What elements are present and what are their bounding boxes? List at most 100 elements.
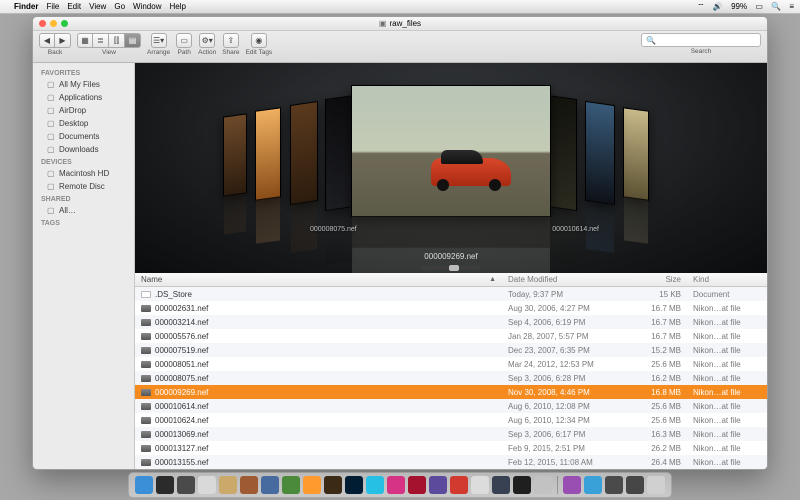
dock-app[interactable] — [471, 476, 489, 494]
dock-app[interactable] — [605, 476, 623, 494]
table-row[interactable]: 000002631.nefAug 30, 2006, 4:27 PM16.7 M… — [135, 301, 767, 315]
file-icon — [141, 431, 151, 438]
dock-app[interactable] — [198, 476, 216, 494]
sidebar-item-icon: ▢ — [47, 132, 55, 141]
column-kind[interactable]: Kind — [687, 273, 767, 286]
icon-view-button[interactable]: ▦ — [77, 33, 93, 48]
edit-tags-button[interactable]: ◉ — [251, 33, 267, 48]
dock-app[interactable] — [513, 476, 531, 494]
table-row[interactable]: 000013127.nefFeb 9, 2015, 2:51 PM26.2 MB… — [135, 441, 767, 455]
table-row[interactable]: 000013069.nefSep 3, 2006, 6:17 PM16.3 MB… — [135, 427, 767, 441]
menu-help[interactable]: Help — [169, 2, 185, 11]
forward-button[interactable]: ▶ — [55, 33, 71, 48]
zoom-button[interactable] — [61, 20, 68, 27]
table-row[interactable]: .DS_StoreToday, 9:37 PM15 KBDocument — [135, 287, 767, 301]
menu-edit[interactable]: Edit — [67, 2, 81, 11]
minimize-button[interactable] — [50, 20, 57, 27]
sidebar-item[interactable]: ▢All My Files — [33, 78, 134, 91]
table-row[interactable]: 000003214.nefSep 4, 2006, 6:19 PM16.7 MB… — [135, 315, 767, 329]
coverflow-current[interactable] — [351, 85, 551, 217]
sidebar-item[interactable]: ▢Desktop — [33, 117, 134, 130]
file-icon — [141, 389, 151, 396]
sidebar-section-header: DEVICES — [33, 156, 134, 167]
coverflow-thumb[interactable] — [223, 113, 247, 196]
coverflow-thumb[interactable] — [290, 101, 318, 205]
table-row[interactable]: 000005576.nefJan 28, 2007, 5:57 PM16.7 M… — [135, 329, 767, 343]
folder-icon: ▣ — [379, 19, 387, 28]
dock-app[interactable] — [240, 476, 258, 494]
column-name[interactable]: Name▲ — [135, 273, 502, 286]
dock-app[interactable] — [563, 476, 581, 494]
menu-view[interactable]: View — [89, 2, 106, 11]
coverflow-thumb[interactable] — [623, 107, 649, 201]
back-button[interactable]: ◀ — [39, 33, 55, 48]
close-button[interactable] — [39, 20, 46, 27]
dock-app[interactable] — [156, 476, 174, 494]
notification-center-icon[interactable]: ≡ — [789, 2, 794, 11]
dock-app[interactable] — [366, 476, 384, 494]
sidebar-item[interactable]: ▢All… — [33, 204, 134, 217]
dock-app[interactable] — [324, 476, 342, 494]
dock-app[interactable] — [647, 476, 665, 494]
volume-icon[interactable]: 🔊 — [713, 2, 723, 11]
table-row[interactable]: 000007519.nefDec 23, 2007, 6:35 PM15.2 M… — [135, 343, 767, 357]
table-row[interactable]: 000010624.nefAug 6, 2010, 12:34 PM25.6 M… — [135, 413, 767, 427]
dock-app[interactable] — [584, 476, 602, 494]
path-button[interactable]: ▭ — [176, 33, 192, 48]
sidebar-item[interactable]: ▢Applications — [33, 91, 134, 104]
titlebar[interactable]: ▣ raw_files — [33, 17, 767, 31]
column-view-button[interactable]: ⫿⫿ — [109, 33, 125, 48]
share-button[interactable]: ⇪ — [223, 33, 239, 48]
wifi-icon[interactable]: ⌔ — [697, 2, 705, 11]
dock-app[interactable] — [135, 476, 153, 494]
column-date[interactable]: Date Modified — [502, 273, 632, 286]
action-button[interactable]: ⚙▾ — [199, 33, 215, 48]
dock-app[interactable] — [450, 476, 468, 494]
table-row[interactable]: 000013155.nefFeb 12, 2015, 11:08 AM26.4 … — [135, 455, 767, 469]
sidebar-item[interactable]: ▢Documents — [33, 130, 134, 143]
sidebar-item[interactable]: ▢Macintosh HD — [33, 167, 134, 180]
column-size[interactable]: Size — [632, 273, 687, 286]
table-row[interactable]: 000010614.nefAug 6, 2010, 12:08 PM25.6 M… — [135, 399, 767, 413]
dock — [128, 472, 672, 498]
dock-app[interactable] — [626, 476, 644, 494]
coverflow-thumb[interactable] — [547, 95, 577, 211]
dock-app[interactable] — [534, 476, 552, 494]
table-row[interactable]: 000008075.nefSep 3, 2006, 6:28 PM16.2 MB… — [135, 371, 767, 385]
search-icon: 🔍 — [646, 36, 656, 45]
file-icon — [141, 347, 151, 354]
coverflow-area[interactable]: 000008075.nef 000010614.nef 000009269.ne… — [135, 63, 767, 273]
search-field[interactable]: 🔍 — [641, 33, 761, 47]
dock-app[interactable] — [261, 476, 279, 494]
sidebar-item[interactable]: ▢Downloads — [33, 143, 134, 156]
coverflow-thumb[interactable] — [255, 107, 281, 201]
table-row[interactable]: 000008051.nefMar 24, 2012, 12:53 PM25.6 … — [135, 357, 767, 371]
dock-app[interactable] — [408, 476, 426, 494]
arrange-button[interactable]: ☰▾ — [151, 33, 167, 48]
sidebar-item-icon: ▢ — [47, 119, 55, 128]
view-switcher[interactable]: ▦ ≣ ⫿⫿ ▤ — [77, 33, 141, 48]
dock-app[interactable] — [387, 476, 405, 494]
menu-file[interactable]: File — [46, 2, 59, 11]
spotlight-icon[interactable]: 🔍 — [771, 2, 781, 11]
coverflow-scrubber[interactable] — [421, 266, 481, 270]
dock-app[interactable] — [177, 476, 195, 494]
dock-app[interactable] — [282, 476, 300, 494]
sidebar-item-icon: ▢ — [47, 206, 55, 215]
sidebar-item-icon: ▢ — [47, 169, 55, 178]
dock-app[interactable] — [219, 476, 237, 494]
dock-app[interactable] — [345, 476, 363, 494]
table-row[interactable]: 000009269.nefNov 30, 2008, 4:46 PM16.8 M… — [135, 385, 767, 399]
dock-app[interactable] — [492, 476, 510, 494]
dock-app[interactable] — [303, 476, 321, 494]
menu-go[interactable]: Go — [114, 2, 125, 11]
coverflow-view-button[interactable]: ▤ — [125, 33, 141, 48]
app-name[interactable]: Finder — [14, 2, 38, 11]
menu-window[interactable]: Window — [133, 2, 161, 11]
coverflow-thumb[interactable] — [585, 101, 615, 205]
battery-icon[interactable]: ▭ — [755, 2, 763, 11]
list-view-button[interactable]: ≣ — [93, 33, 109, 48]
sidebar-item[interactable]: ▢AirDrop — [33, 104, 134, 117]
dock-app[interactable] — [429, 476, 447, 494]
sidebar-item[interactable]: ▢Remote Disc — [33, 180, 134, 193]
